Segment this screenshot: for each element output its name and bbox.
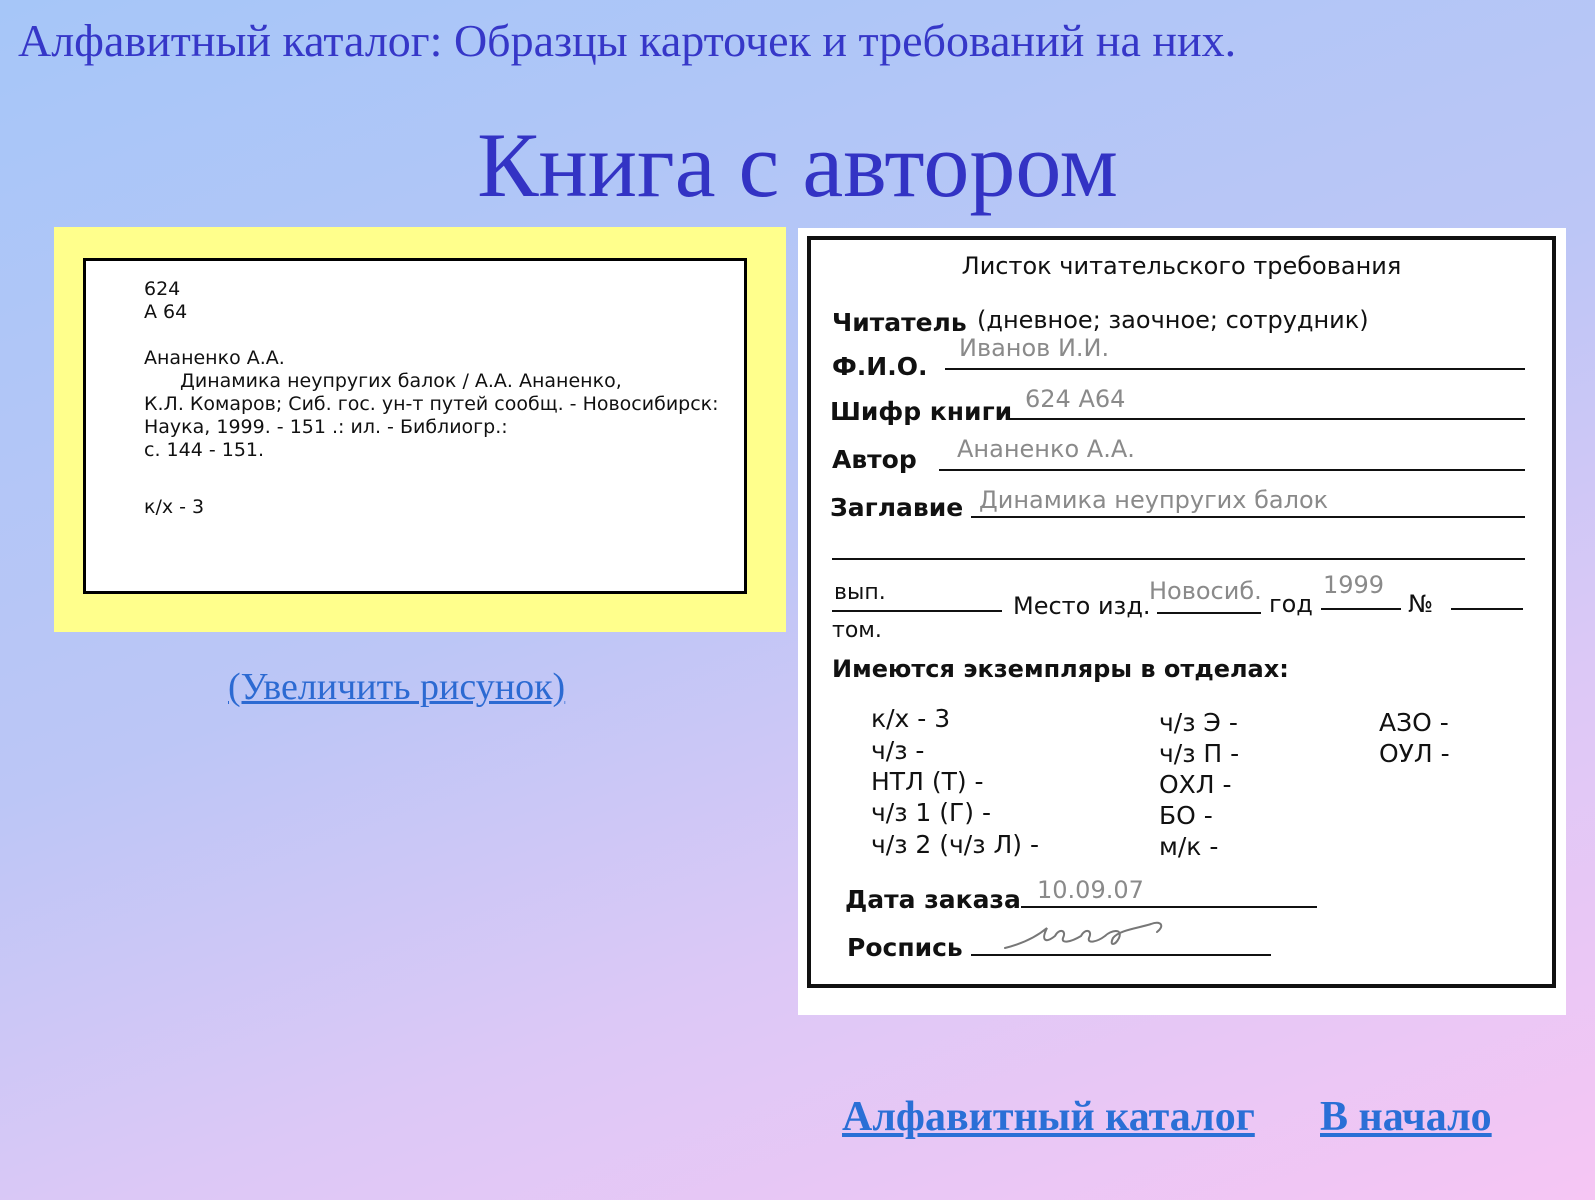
order-date-label: Дата заказа [845,885,1021,914]
page-header: Алфавитный каталог: Образцы карточек и т… [18,15,1237,66]
copies-label: Имеются экземпляры в отделах: [832,655,1289,683]
number-label: № [1408,590,1433,618]
dept-item: ОУЛ - [1379,739,1450,768]
card-heading: Ананенко А.А. [144,347,285,369]
request-slip: Листок читательского требования Читатель… [807,236,1556,988]
fio-label: Ф.И.О. [832,352,928,381]
fio-line [945,368,1525,370]
reader-label: Читатель [832,308,967,337]
card-description-line: Наука, 1999. - 151 .: ил. - Библиогр.: [144,416,508,438]
card-description-line: Динамика неупругих балок / А.А. Ананенко… [180,370,622,392]
volume-label: том. [832,618,882,643]
signature-label: Роспись [847,933,963,962]
dept-item: ОХЛ - [1159,770,1232,799]
card-author-mark: А 64 [144,301,188,323]
place-label: Место изд. [1013,592,1151,620]
dept-item: ч/з - [871,736,925,765]
request-slip-frame: Листок читательского требования Читатель… [798,228,1566,1015]
cipher-line [1007,418,1525,420]
book-title-label: Заглавие [830,493,964,522]
card-location: к/х - 3 [144,496,205,518]
signature-line [971,954,1271,956]
order-date-value: 10.09.07 [1037,876,1144,904]
book-title-line [971,516,1525,518]
dept-item: м/к - [1159,832,1219,861]
catalog-card-frame: 624 А 64 Ананенко А.А. Динамика неупруги… [54,227,786,632]
author-label: Автор [832,445,917,474]
order-date-line [1021,906,1317,908]
book-title-value: Динамика неупругих балок [979,486,1329,514]
reader-options: (дневное; заочное; сотрудник) [977,306,1369,334]
home-link[interactable]: В начало [1320,1093,1492,1141]
author-value: Ананенко А.А. [957,435,1135,463]
card-description-line: с. 144 - 151. [144,439,265,461]
dept-item: НТЛ (Т) - [871,767,984,796]
dept-item: АЗО - [1379,708,1449,737]
signature-image [1004,921,1163,949]
place-line [1157,612,1261,614]
place-value: Новосиб. [1149,577,1262,605]
page-title: Книга с автором [477,114,1118,216]
number-line [1451,608,1523,610]
book-title-line-2 [832,558,1525,560]
slip-title: Листок читательского требования [961,252,1402,280]
dept-item: ч/з Э - [1159,708,1238,737]
card-description-line: К.Л. Комаров; Сиб. гос. ун-т путей сообщ… [144,393,719,415]
dept-item: ч/з П - [1159,739,1240,768]
cipher-label: Шифр книги [830,397,1013,426]
issue-line [832,610,1002,612]
year-value: 1999 [1323,571,1385,599]
dept-item: ч/з 2 (ч/з Л) - [871,830,1039,859]
dept-item: к/х - 3 [871,704,951,733]
enlarge-image-link[interactable]: (Увеличить рисунок) [228,665,565,709]
alphabet-catalog-link[interactable]: Алфавитный каталог [842,1093,1255,1141]
fio-value: Иванов И.И. [959,334,1110,362]
card-shelf-code: 624 [144,278,181,300]
year-label: год [1269,590,1313,618]
cipher-value: 624 А64 [1025,385,1126,413]
catalog-card: 624 А 64 Ананенко А.А. Динамика неупруги… [83,258,747,594]
year-line [1321,608,1401,610]
dept-item: БО - [1159,801,1213,830]
dept-item: ч/з 1 (Г) - [871,798,992,827]
issue-label: вып. [834,580,886,605]
author-line [939,469,1525,471]
